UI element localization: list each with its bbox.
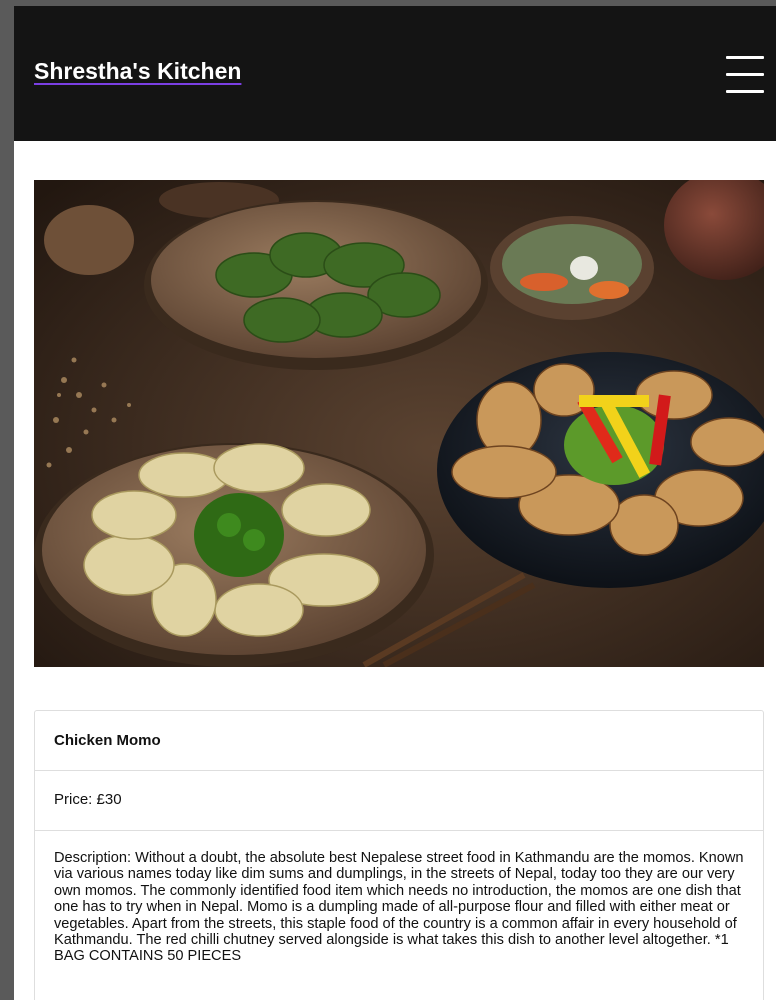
product-price: Price: £30	[35, 771, 763, 831]
product-name: Chicken Momo	[35, 711, 763, 771]
product-description: Description: Without a doubt, the absolu…	[54, 850, 744, 965]
hamburger-bar	[726, 90, 764, 93]
page-viewport: Shrestha's Kitchen Chicken Momo Price: £…	[14, 6, 776, 1000]
brand-link[interactable]: Shrestha's Kitchen	[34, 58, 241, 85]
hamburger-bar	[726, 73, 764, 76]
navbar: Shrestha's Kitchen	[14, 6, 776, 141]
hamburger-menu-icon[interactable]	[726, 54, 764, 96]
hero-image	[34, 180, 764, 667]
product-card: Chicken Momo Price: £30 Description: Wit…	[34, 710, 764, 1000]
hamburger-bar	[726, 56, 764, 59]
momo-dumplings-photo	[34, 180, 764, 667]
